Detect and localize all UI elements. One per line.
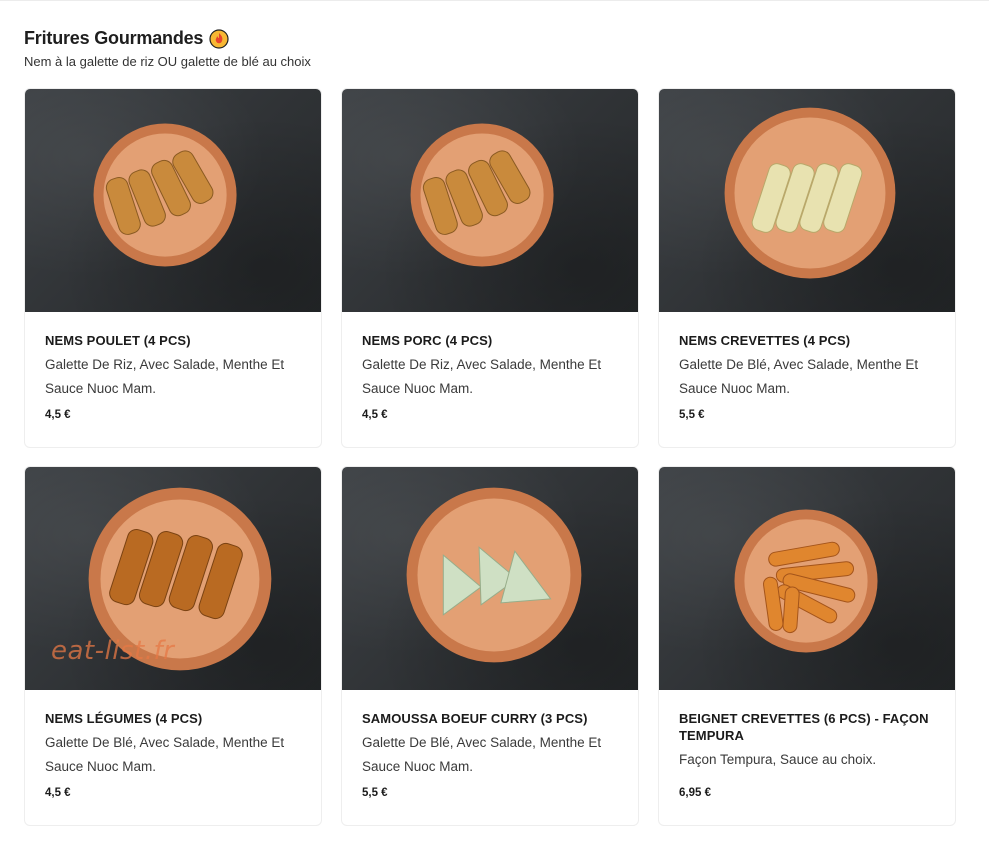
product-description: Galette De Blé, Avec Salade, Menthe Et S… — [362, 735, 602, 774]
fire-emoji-icon — [209, 28, 229, 49]
product-card[interactable]: NEMS PORC (4 PCS) Galette De Riz, Avec S… — [341, 88, 639, 448]
product-card[interactable]: NEMS POULET (4 PCS) Galette De Riz, Avec… — [24, 88, 322, 448]
product-grid: NEMS POULET (4 PCS) Galette De Riz, Avec… — [24, 88, 956, 828]
product-card[interactable]: BEIGNET CREVETTES (6 PCS) - FAÇON TEMPUR… — [658, 466, 956, 826]
product-image — [659, 89, 955, 312]
product-image — [342, 467, 638, 690]
product-description: Galette De Riz, Avec Salade, Menthe Et S… — [362, 357, 602, 396]
product-card[interactable]: NEMS CREVETTES (4 PCS) Galette De Blé, A… — [658, 88, 956, 448]
section-title: Fritures Gourmandes — [24, 28, 204, 48]
product-price: 6,95 € — [679, 787, 711, 799]
product-price: 4,5 € — [45, 787, 71, 799]
product-card[interactable]: SAMOUSSA BOEUF CURRY (3 PCS) Galette De … — [341, 466, 639, 826]
product-description: Façon Tempura, Sauce au choix. — [679, 752, 877, 767]
product-image — [342, 89, 638, 312]
product-image — [659, 467, 955, 690]
product-price: 5,5 € — [679, 409, 705, 421]
product-name: BEIGNET CREVETTES (6 PCS) - FAÇON TEMPUR… — [679, 711, 929, 743]
section-header: Fritures Gourmandes Nem à la galette de … — [24, 28, 311, 69]
top-divider — [0, 0, 989, 1]
product-name: NEMS CREVETTES (4 PCS) — [679, 333, 851, 348]
section-subtitle: Nem à la galette de riz OU galette de bl… — [24, 54, 311, 69]
product-price: 4,5 € — [45, 409, 71, 421]
watermark: eat-list.fr — [51, 636, 175, 666]
product-image — [25, 89, 321, 312]
product-name: NEMS LÉGUMES (4 PCS) — [45, 711, 203, 726]
product-description: Galette De Blé, Avec Salade, Menthe Et S… — [679, 357, 919, 396]
product-description: Galette De Riz, Avec Salade, Menthe Et S… — [45, 357, 285, 396]
product-name: NEMS PORC (4 PCS) — [362, 333, 493, 348]
product-price: 5,5 € — [362, 787, 388, 799]
product-description: Galette De Blé, Avec Salade, Menthe Et S… — [45, 735, 285, 774]
product-price: 4,5 € — [362, 409, 388, 421]
product-name: NEMS POULET (4 PCS) — [45, 333, 191, 348]
product-name: SAMOUSSA BOEUF CURRY (3 PCS) — [362, 711, 588, 726]
